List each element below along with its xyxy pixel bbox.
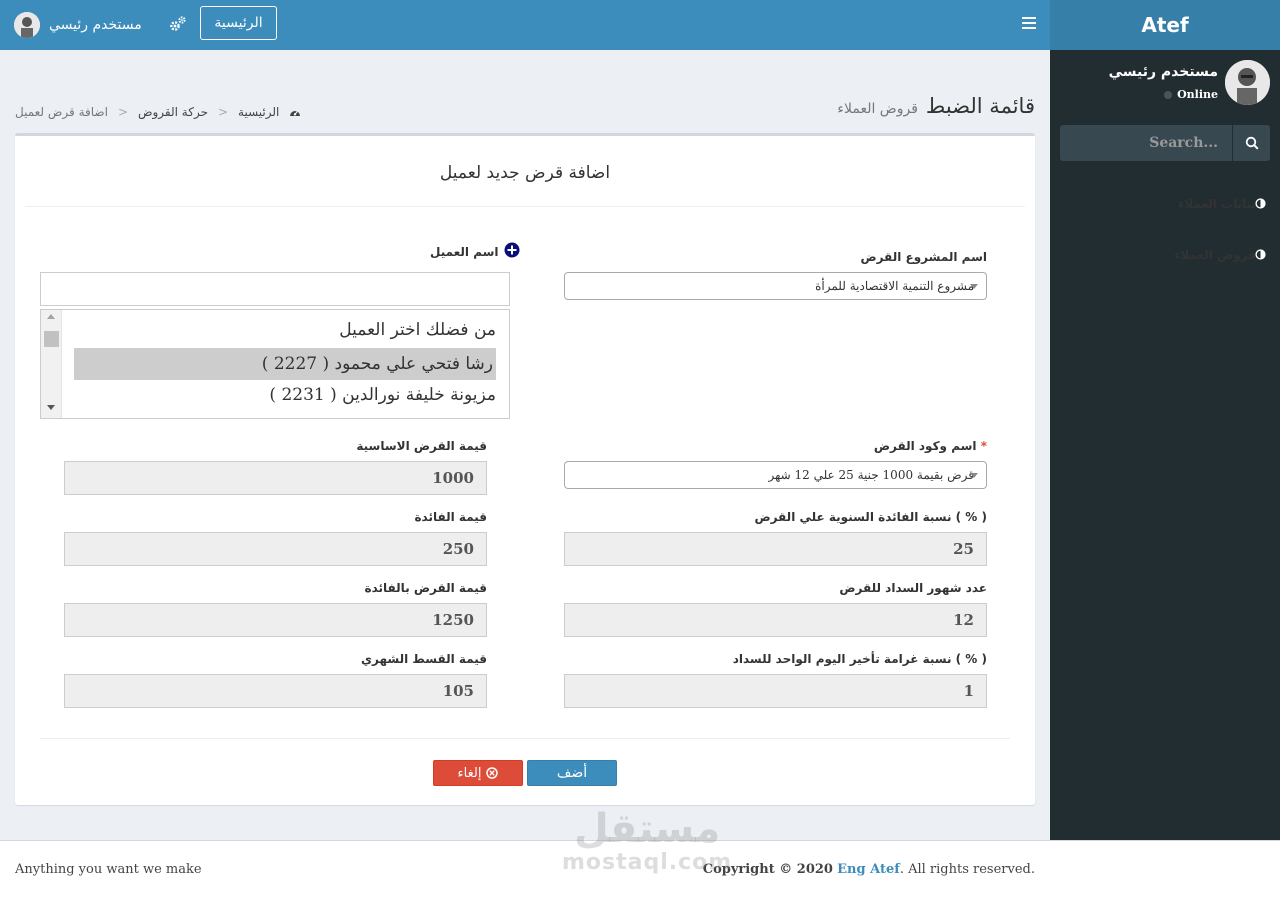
form-title: اضافة قرض جديد لعميل bbox=[25, 136, 1025, 207]
scroll-thumb[interactable] bbox=[44, 331, 59, 347]
page-title: قائمة الضبط bbox=[925, 94, 1035, 118]
interest-rate-field: 25 bbox=[564, 532, 987, 566]
search-button[interactable] bbox=[1232, 125, 1270, 161]
user-avatar bbox=[1225, 60, 1270, 105]
add-loan-form: اضافة قرض جديد لعميل اسم المشروع القرض م… bbox=[15, 133, 1035, 805]
interest-value-field: 250 bbox=[64, 532, 487, 566]
loan-code-select[interactable]: قرض بقيمة 1000 جنية 25 علي 12 شهر bbox=[564, 461, 987, 489]
navbar-user-menu[interactable]: مستخدم رئيسي bbox=[14, 12, 142, 38]
copyright-suffix: . All rights reserved. bbox=[899, 862, 1035, 877]
top-navbar: الرئيسية مستخدم رئيسي bbox=[0, 0, 1050, 50]
navbar-user-avatar bbox=[14, 12, 40, 38]
interest-value-label: قيمة الفائدة bbox=[414, 510, 487, 524]
months-field: 12 bbox=[564, 603, 987, 637]
app-logo[interactable]: Atef bbox=[1050, 0, 1280, 50]
loan-code-selected-value: قرض بقيمة 1000 جنية 25 علي 12 شهر bbox=[768, 468, 974, 482]
penalty-field: 1 bbox=[564, 674, 987, 708]
base-value-field: 1000 bbox=[64, 461, 487, 495]
installment-field: 105 bbox=[64, 674, 487, 708]
client-listbox[interactable]: من فضلك اختر العميل رشا فتحي علي محمود (… bbox=[40, 309, 510, 419]
search-icon bbox=[1245, 136, 1259, 150]
breadcrumb-loans-movement[interactable]: حركة القروض bbox=[138, 105, 208, 119]
base-value-label: قيمة القرض الاساسية bbox=[356, 439, 487, 453]
status-dot-icon bbox=[1164, 90, 1173, 99]
content-wrapper: قائمة الضبط قروض العملاء الرئيسية > حركة… bbox=[0, 50, 1050, 840]
penalty-label: نسبة غرامة تأخير اليوم الواحد للسداد ( %… bbox=[732, 652, 987, 666]
installment-label: قيمة القسط الشهري bbox=[361, 652, 487, 666]
sidebar-user-name: مستخدم رئيسي bbox=[1108, 64, 1218, 80]
navbar-user-name: مستخدم رئيسي bbox=[49, 17, 142, 33]
user-panel: مستخدم رئيسي Online bbox=[1050, 50, 1280, 120]
loan-code-label: اسم وكود القرض bbox=[873, 439, 977, 453]
scroll-up-icon[interactable] bbox=[47, 314, 55, 319]
cancel-circle-icon bbox=[486, 767, 499, 779]
page-subtitle: قروض العملاء bbox=[837, 101, 918, 117]
sidebar-item-client-loans[interactable]: قروض العملاء bbox=[1050, 229, 1280, 280]
circle-half-icon bbox=[1255, 249, 1266, 260]
copyright-author-link[interactable]: Eng Atef bbox=[837, 862, 900, 877]
total-field: 1250 bbox=[64, 603, 487, 637]
gears-icon[interactable] bbox=[169, 15, 187, 33]
sidebar-item-clients-data[interactable]: بيانات العملاء bbox=[1050, 178, 1280, 229]
breadcrumb-separator: > bbox=[117, 105, 128, 119]
listbox-scrollbar[interactable] bbox=[41, 310, 62, 418]
chevron-down-icon bbox=[970, 473, 978, 478]
footer-copyright: Copyright © 2020 Eng Atef. All rights re… bbox=[703, 862, 1035, 877]
chevron-down-icon bbox=[970, 284, 978, 289]
sidebar-item-label: بيانات العملاء bbox=[1178, 196, 1256, 211]
sidebar-item-label: قروض العملاء bbox=[1174, 247, 1256, 262]
project-label: اسم المشروع القرض bbox=[860, 250, 987, 264]
search-input[interactable]: Search... bbox=[1060, 135, 1232, 151]
cancel-button-label: إلغاء bbox=[457, 765, 482, 781]
form-divider bbox=[40, 738, 1010, 739]
watermark-logo: مستقل mostaql.com bbox=[562, 808, 732, 875]
add-button[interactable]: أضف bbox=[527, 760, 617, 786]
scroll-down-icon[interactable] bbox=[47, 405, 55, 410]
sidebar-menu: بيانات العملاء قروض العملاء bbox=[1050, 178, 1280, 280]
breadcrumb-home[interactable]: الرئيسية bbox=[238, 105, 279, 119]
dashboard-icon bbox=[290, 110, 301, 116]
client-search-input[interactable] bbox=[40, 272, 510, 306]
cancel-button[interactable]: إلغاء bbox=[433, 760, 523, 786]
breadcrumb: الرئيسية > حركة القروض > اضافة قرض لعميل bbox=[15, 105, 301, 119]
footer-tagline: Anything you want we make bbox=[15, 862, 202, 877]
sidebar-search: Search... bbox=[1060, 125, 1270, 161]
loan-code-label-group: اسم وكود القرض * bbox=[874, 439, 987, 453]
home-button[interactable]: الرئيسية bbox=[200, 6, 277, 40]
breadcrumb-separator: > bbox=[217, 105, 229, 119]
project-select[interactable]: مشروع التنمية الاقتصادية للمرأة bbox=[564, 272, 987, 300]
client-option[interactable]: مزيونة خليفة نورالدين ( 2231 ) bbox=[269, 385, 496, 405]
required-marker: * bbox=[980, 439, 987, 453]
client-label-group: اسم العميل bbox=[430, 242, 520, 259]
months-label: عدد شهور السداد للقرض bbox=[839, 581, 987, 595]
total-label: قيمة القرض بالفائدة bbox=[364, 581, 487, 595]
project-selected-value: مشروع التنمية الاقتصادية للمرأة bbox=[815, 279, 974, 293]
add-client-icon[interactable] bbox=[504, 242, 520, 258]
user-status-text: Online bbox=[1177, 88, 1218, 101]
interest-rate-label: نسبة الفائدة السنوية علي القرض ( % ) bbox=[754, 510, 987, 524]
circle-half-icon bbox=[1255, 198, 1266, 209]
logo-text: Atef bbox=[1141, 13, 1189, 37]
user-status: Online bbox=[1164, 88, 1218, 101]
page-header: قائمة الضبط قروض العملاء bbox=[837, 94, 1035, 118]
breadcrumb-current: اضافة قرض لعميل bbox=[15, 105, 108, 119]
watermark-latin: mostaql.com bbox=[562, 850, 733, 875]
client-label: اسم العميل bbox=[430, 245, 499, 259]
client-option-placeholder[interactable]: من فضلك اختر العميل bbox=[339, 320, 496, 340]
sidebar: Atef مستخدم رئيسي Online Search... بيانا… bbox=[1050, 0, 1280, 840]
menu-toggle-icon[interactable] bbox=[1022, 17, 1036, 29]
watermark-arabic: مستقل bbox=[573, 806, 721, 852]
client-option-selected[interactable]: رشا فتحي علي محمود ( 2227 ) bbox=[74, 348, 496, 380]
